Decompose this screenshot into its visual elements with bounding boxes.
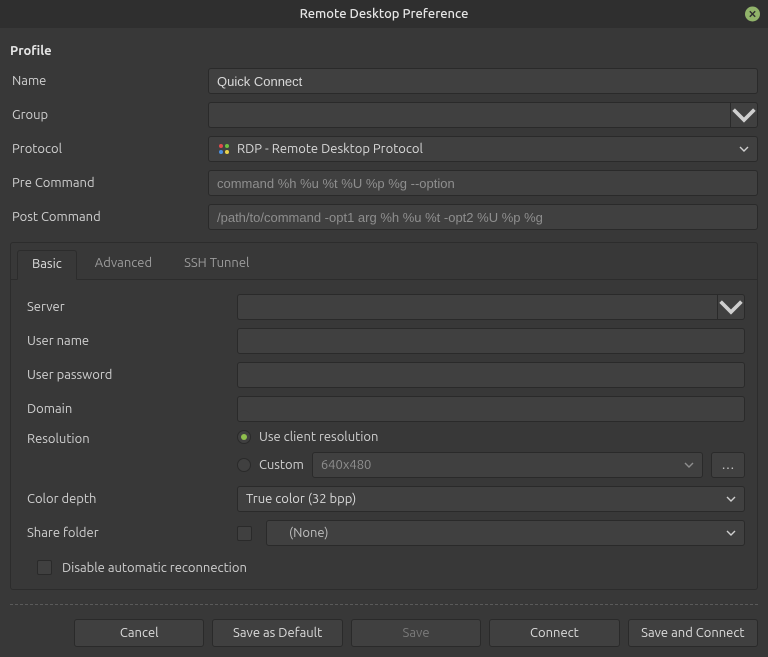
chevron-down-icon (739, 146, 749, 152)
username-input[interactable] (237, 328, 745, 354)
custom-resolution-value: 640x480 (321, 458, 684, 472)
resolution-label: Resolution (23, 430, 237, 446)
radio-icon (237, 430, 251, 444)
server-label: Server (23, 300, 237, 314)
resolution-more-button[interactable]: … (711, 452, 745, 478)
postcommand-input[interactable] (208, 204, 758, 230)
tab-advanced[interactable]: Advanced (81, 250, 166, 280)
titlebar: Remote Desktop Preference (0, 0, 768, 28)
window-title: Remote Desktop Preference (300, 7, 469, 21)
footer-buttons: Cancel Save as Default Save Connect Save… (0, 605, 768, 657)
save-connect-button[interactable]: Save and Connect (628, 619, 758, 647)
password-input[interactable] (237, 362, 745, 388)
chevron-down-icon[interactable] (717, 294, 745, 320)
precommand-label: Pre Command (10, 176, 208, 190)
server-combo[interactable] (237, 294, 745, 320)
chevron-down-icon (726, 530, 736, 536)
share-folder-value: (None) (275, 526, 726, 540)
radio-custom-resolution[interactable]: Custom (237, 458, 304, 472)
color-depth-value: True color (32 bpp) (246, 492, 726, 506)
checkbox-icon (37, 560, 52, 575)
disable-reconnection-label: Disable automatic reconnection (62, 561, 247, 575)
connect-button[interactable]: Connect (489, 619, 619, 647)
profile-heading: Profile (10, 44, 758, 58)
close-icon[interactable] (745, 7, 760, 22)
group-label: Group (10, 108, 208, 122)
password-label: User password (23, 368, 237, 382)
color-depth-combo[interactable]: True color (32 bpp) (237, 486, 745, 512)
save-button[interactable]: Save (351, 619, 481, 647)
share-folder-label: Share folder (23, 526, 237, 540)
radio-icon (237, 458, 251, 472)
custom-resolution-combo[interactable]: 640x480 (312, 452, 703, 478)
disable-reconnection-checkbox[interactable]: Disable automatic reconnection (23, 554, 745, 575)
protocol-icon (217, 142, 231, 156)
postcommand-label: Post Command (10, 210, 208, 224)
domain-input[interactable] (237, 396, 745, 422)
radio-client-resolution[interactable]: Use client resolution (237, 430, 745, 444)
chevron-down-icon (684, 462, 694, 468)
share-folder-combo[interactable]: (None) (266, 520, 745, 546)
name-input[interactable] (208, 68, 758, 94)
protocol-label: Protocol (10, 142, 208, 156)
tab-ssh-tunnel[interactable]: SSH Tunnel (170, 250, 263, 280)
color-depth-label: Color depth (23, 492, 237, 506)
precommand-input[interactable] (208, 170, 758, 196)
tab-basic[interactable]: Basic (17, 250, 77, 280)
tabs-container: Basic Advanced SSH Tunnel Server User na… (10, 242, 758, 590)
protocol-value: RDP - Remote Desktop Protocol (237, 142, 739, 156)
username-label: User name (23, 334, 237, 348)
cancel-button[interactable]: Cancel (74, 619, 204, 647)
chevron-down-icon[interactable] (730, 102, 758, 128)
share-folder-checkbox[interactable] (237, 526, 252, 541)
group-combo[interactable] (208, 102, 758, 128)
save-default-button[interactable]: Save as Default (212, 619, 342, 647)
radio-custom-label: Custom (259, 458, 304, 472)
domain-label: Domain (23, 402, 237, 416)
radio-client-label: Use client resolution (259, 430, 378, 444)
name-label: Name (10, 74, 208, 88)
protocol-combo[interactable]: RDP - Remote Desktop Protocol (208, 136, 758, 162)
chevron-down-icon (726, 496, 736, 502)
